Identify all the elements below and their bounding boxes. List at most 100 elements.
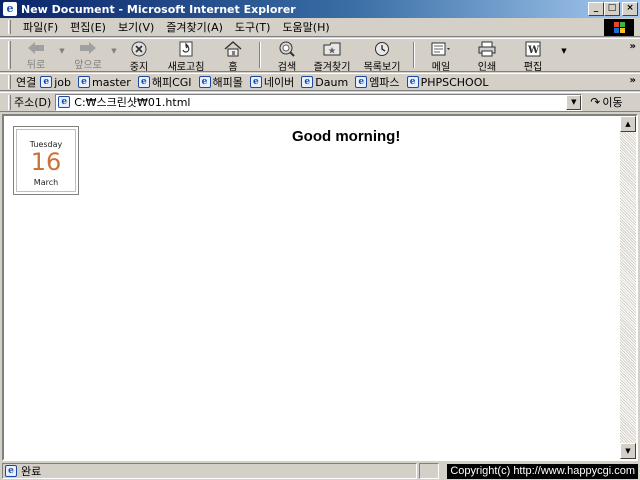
ie-page-icon: e [406,76,419,88]
link-daum[interactable]: e Daum [301,76,348,89]
menu-favorites[interactable]: 즐겨찾기(A) [160,19,229,35]
edit-button[interactable]: W 편집 [513,39,553,73]
print-button[interactable]: 인쇄 [461,39,513,73]
address-dropdown-icon[interactable]: ▼ [566,94,582,110]
maximize-button[interactable]: □ [604,2,620,16]
vertical-scrollbar[interactable]: ▲ ▼ [620,116,636,459]
title-bar: e New Document - Microsoft Internet Expl… [0,0,640,18]
scroll-down-icon[interactable]: ▼ [620,443,636,459]
link-label: PHPSCHOOL [420,75,489,89]
address-input[interactable]: e C:₩스크린샷₩01.html ▼ [55,93,583,111]
page-viewport: Tuesday 16 March Good morning! ▲ ▼ [2,114,638,461]
standard-toolbar: 뒤로 ▼ 앞으로 ▼ 중지 새로고침 홈 검색 즐겨찾기 목록보기 메일 인쇄 … [0,38,640,73]
home-icon [223,41,243,57]
link-label: 엠파스 [369,76,400,89]
go-button[interactable]: ↷ 이동 [590,94,622,110]
menu-bar: 파일(F) 편집(E) 보기(V) 즐겨찾기(A) 도구(T) 도움말(H) [0,18,640,37]
home-label: 홈 [228,62,238,73]
mail-button[interactable]: 메일 [421,39,461,73]
favorites-icon [322,41,342,57]
menu-file[interactable]: 파일(F) [17,19,64,35]
status-panel [419,463,439,479]
stop-button[interactable]: 중지 [119,39,159,73]
menu-help[interactable]: 도움말(H) [276,19,335,35]
ie-page-icon: e [301,76,314,88]
ie-page-icon: e [5,465,17,477]
minimize-button[interactable]: _ [588,2,604,16]
link-label: job [54,75,72,89]
links-title: 연결 [16,76,37,89]
link-label: Daum [315,75,349,89]
refresh-button[interactable]: 새로고침 [159,39,213,73]
go-arrow-icon: ↷ [590,95,601,109]
stop-label: 중지 [129,62,149,73]
link-happycgi[interactable]: e 해피CGI [137,74,192,90]
link-job[interactable]: e job [40,76,71,89]
ie-page-icon: e [355,76,368,88]
greeting-heading: Good morning! [292,128,401,145]
scroll-up-icon[interactable]: ▲ [620,116,636,132]
history-label: 목록보기 [363,62,401,73]
ie-page-icon: e [40,76,53,88]
menu-edit[interactable]: 편집(E) [64,19,112,35]
ie-page-icon: e [78,76,91,88]
toolbar-separator-2 [413,42,415,68]
status-bar: e 완료 Copyright(c) http://www.happycgi.co… [0,462,640,480]
forward-label: 앞으로 [74,60,102,71]
status-text: 완료 [21,465,42,478]
mail-icon [431,41,451,57]
refresh-label: 새로고침 [167,62,205,73]
close-button[interactable]: × [622,2,638,16]
ie-page-icon: e [249,76,262,88]
forward-dropdown-icon[interactable]: ▼ [109,47,119,55]
search-button[interactable]: 검색 [267,39,307,73]
edit-label: 편집 [523,62,543,73]
links-bar: 연결 e job e master e 해피CGI e 해피몰 e 네이버 e Daum e… [0,73,640,91]
search-label: 검색 [277,62,297,73]
forward-arrow-icon [78,41,98,55]
address-label: 주소(D) [14,96,52,109]
ie-logo-icon: e [3,2,17,16]
mail-label: 메일 [431,62,451,73]
favorites-button[interactable]: 즐겨찾기 [307,39,357,73]
menu-view[interactable]: 보기(V) [112,19,160,35]
calendar-date: 16 [30,148,62,176]
calendar-widget: Tuesday 16 March [13,126,79,195]
address-bar: 주소(D) e C:₩스크린샷₩01.html ▼ ↷ 이동 [0,92,640,112]
links-grip[interactable] [8,75,11,89]
status-main-panel: e 완료 [2,463,417,479]
link-empas[interactable]: e 엠파스 [355,74,400,90]
forward-button[interactable]: 앞으로 [67,39,109,71]
address-grip[interactable] [8,94,11,110]
refresh-icon [176,41,196,57]
link-happymall[interactable]: e 해피몰 [198,74,243,90]
address-value[interactable]: C:₩스크린샷₩01.html [74,94,190,110]
menu-grip[interactable] [8,20,11,34]
stop-icon [129,41,149,57]
window-title: New Document - Microsoft Internet Explor… [21,2,296,16]
home-button[interactable]: 홈 [213,39,253,73]
link-naver[interactable]: e 네이버 [249,74,294,90]
search-icon [277,41,297,57]
link-phpschool[interactable]: e PHPSCHOOL [406,75,489,89]
ie-page-icon: e [137,76,150,88]
edit-dropdown-icon[interactable]: ▼ [559,47,569,55]
back-button[interactable]: 뒤로 [15,39,57,71]
print-label: 인쇄 [477,62,497,73]
back-dropdown-icon[interactable]: ▼ [57,47,67,55]
menu-tools[interactable]: 도구(T) [229,19,277,35]
copyright-label: Copyright(c) http://www.happycgi.com [447,464,638,479]
favorites-label: 즐겨찾기 [313,62,351,73]
toolbar-grip[interactable] [8,41,11,69]
toolbar-more-icon[interactable]: » [630,41,636,52]
edit-icon: W [523,41,543,57]
links-more-icon[interactable]: » [630,75,636,86]
link-master[interactable]: e master [78,76,131,89]
windows-logo-icon [604,19,634,36]
back-arrow-icon [26,41,46,55]
toolbar-separator [259,42,261,68]
back-label: 뒤로 [26,60,46,71]
history-icon [372,41,392,57]
ie-page-icon: e [58,96,71,108]
history-button[interactable]: 목록보기 [357,39,407,73]
